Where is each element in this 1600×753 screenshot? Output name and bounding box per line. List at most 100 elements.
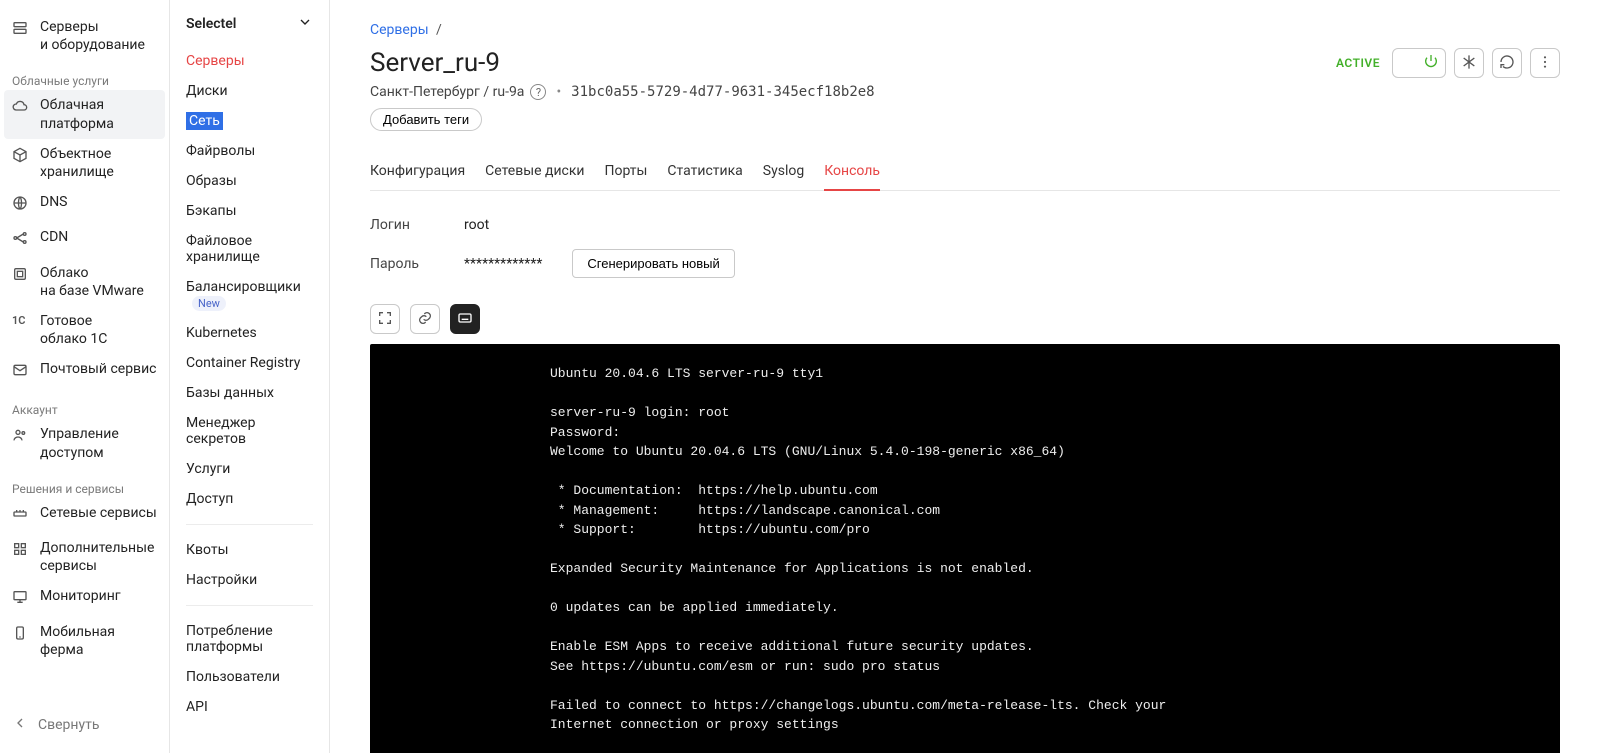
login-value: root [464,217,489,233]
sidebar-item-label: Дополнительные сервисы [40,539,154,575]
ss-item-secrets-manager[interactable]: Менеджер секретов [170,408,329,454]
cloud-icon [12,98,30,119]
link-icon [417,310,433,329]
fullscreen-button[interactable] [370,304,400,334]
sidebar-item-additional-services[interactable]: Дополнительные сервисы [0,533,169,581]
breadcrumb: Серверы / [370,22,1560,38]
server-location: Санкт-Петербург / ru-9a [370,84,524,100]
sidebar-item-monitoring[interactable]: Мониторинг [0,581,169,616]
tab-console[interactable]: Консоль [824,153,880,191]
mobile-icon [12,625,30,646]
sidebar-secondary: Selectel Серверы Диски Сеть Файрволы Обр… [170,0,330,753]
ss-item-services[interactable]: Услуги [170,454,329,484]
ss-item-kubernetes[interactable]: Kubernetes [170,318,329,348]
sidebar-item-mail[interactable]: Почтовый сервис [0,354,169,389]
sidebar-item-object-storage[interactable]: Объектное хранилище [0,139,169,187]
breadcrumb-root[interactable]: Серверы [370,22,429,38]
ss-item-disks[interactable]: Диски [170,76,329,106]
sidebar-item-servers-hardware[interactable]: Серверы и оборудование [0,12,169,60]
sidebar-item-label: Облако на базе VMware [40,264,144,300]
sidebar-item-label: DNS [40,193,68,211]
ss-item-network[interactable]: Сеть [170,106,329,136]
sidebar-section-account: Аккаунт [0,389,169,419]
terminal-toolbar [370,304,1560,334]
password-label: Пароль [370,256,440,272]
sidebar-item-1c-cloud[interactable]: 1C Готовое облако 1С [0,306,169,354]
sidebar-primary: Серверы и оборудование Облачные услуги О… [0,0,170,753]
ss-item-firewalls[interactable]: Файрволы [170,136,329,166]
ss-item-servers[interactable]: Серверы [170,46,329,76]
generate-password-button[interactable]: Сгенерировать новый [572,249,734,278]
ss-item-file-storage[interactable]: Файловое хранилище [170,226,329,272]
help-icon[interactable]: ? [530,84,546,100]
network-icon [12,230,30,251]
tab-statistics[interactable]: Статистика [667,153,742,191]
ss-item-api[interactable]: API [170,692,329,722]
divider [186,605,313,606]
page-title: Server_ru-9 [370,48,875,78]
sidebar-item-vmware[interactable]: Облако на базе VMware [0,258,169,306]
ss-item-container-registry[interactable]: Container Registry [170,348,329,378]
monitor-icon [12,589,30,610]
arrow-left-icon [12,715,28,735]
server-subline: Санкт-Петербург / ru-9a ? • 31bc0a55-572… [370,84,875,100]
sidebar-item-access-control[interactable]: Управление доступом [0,419,169,467]
secondary-sidebar-header[interactable]: Selectel [170,14,329,46]
add-tags-button[interactable]: Добавить теги [370,108,482,131]
sidebar-item-label: CDN [40,228,68,246]
terminal-console[interactable]: Ubuntu 20.04.6 LTS server-ru-9 tty1 serv… [370,344,1560,753]
mail-icon [12,362,30,383]
ss-item-settings[interactable]: Настройки [170,565,329,595]
cube-icon [12,147,30,168]
users-icon [12,427,30,448]
power-toggle[interactable] [1392,48,1446,78]
server-tabs: Конфигурация Сетевые диски Порты Статист… [370,153,1560,191]
more-button[interactable] [1530,48,1560,78]
fullscreen-icon [377,310,393,329]
password-value: ************* [464,256,542,272]
separator-dot: • [556,84,561,100]
ss-item-quotas[interactable]: Квоты [170,535,329,565]
tab-configuration[interactable]: Конфигурация [370,153,465,191]
tab-syslog[interactable]: Syslog [763,153,804,191]
grid-icon [12,541,30,562]
refresh-button[interactable] [1492,48,1522,78]
header-actions: ACTIVE [1336,48,1560,78]
tab-network-disks[interactable]: Сетевые диски [485,153,584,191]
sidebar-item-dns[interactable]: DNS [0,187,169,222]
sidebar-item-mobile-farm[interactable]: Мобильная ферма [0,617,169,665]
copy-link-button[interactable] [410,304,440,334]
sidebar-item-network-services[interactable]: Сетевые сервисы [0,498,169,533]
keyboard-button[interactable] [450,304,480,334]
ss-item-databases[interactable]: Базы данных [170,378,329,408]
power-icon [1423,53,1439,73]
main-content: Серверы / Server_ru-9 Санкт-Петербург / … [330,0,1600,753]
sidebar-item-label: Мобильная ферма [40,623,157,659]
ss-item-backups[interactable]: Бэкапы [170,196,329,226]
ss-item-images[interactable]: Образы [170,166,329,196]
more-vertical-icon [1537,54,1553,73]
password-row: Пароль ************* Сгенерировать новый [370,241,1560,286]
sidebar-collapse[interactable]: Свернуть [0,705,169,745]
divider [186,524,313,525]
tab-ports[interactable]: Порты [605,153,648,191]
sidebar-item-cdn[interactable]: CDN [0,222,169,257]
project-name: Selectel [186,16,236,32]
login-label: Логин [370,217,440,233]
refresh-icon [1499,54,1515,73]
ss-item-platform-consumption[interactable]: Потребление платформы [170,616,329,662]
sidebar-item-label: Облачная платформа [40,96,114,132]
sidebar-item-label: Готовое облако 1С [40,312,107,348]
sidebar-item-label: Объектное хранилище [40,145,114,181]
snowflake-button[interactable] [1454,48,1484,78]
ss-item-access[interactable]: Доступ [170,484,329,514]
globe-icon [12,195,30,216]
ss-item-users[interactable]: Пользователи [170,662,329,692]
collapse-label: Свернуть [38,717,99,733]
snowflake-icon [1461,54,1477,73]
status-badge: ACTIVE [1336,56,1380,70]
sidebar-item-label: Мониторинг [40,587,121,605]
sidebar-item-cloud-platform[interactable]: Облачная платформа [4,90,165,138]
layers-icon [12,266,30,287]
ss-item-balancers[interactable]: Балансировщики New [170,272,329,318]
